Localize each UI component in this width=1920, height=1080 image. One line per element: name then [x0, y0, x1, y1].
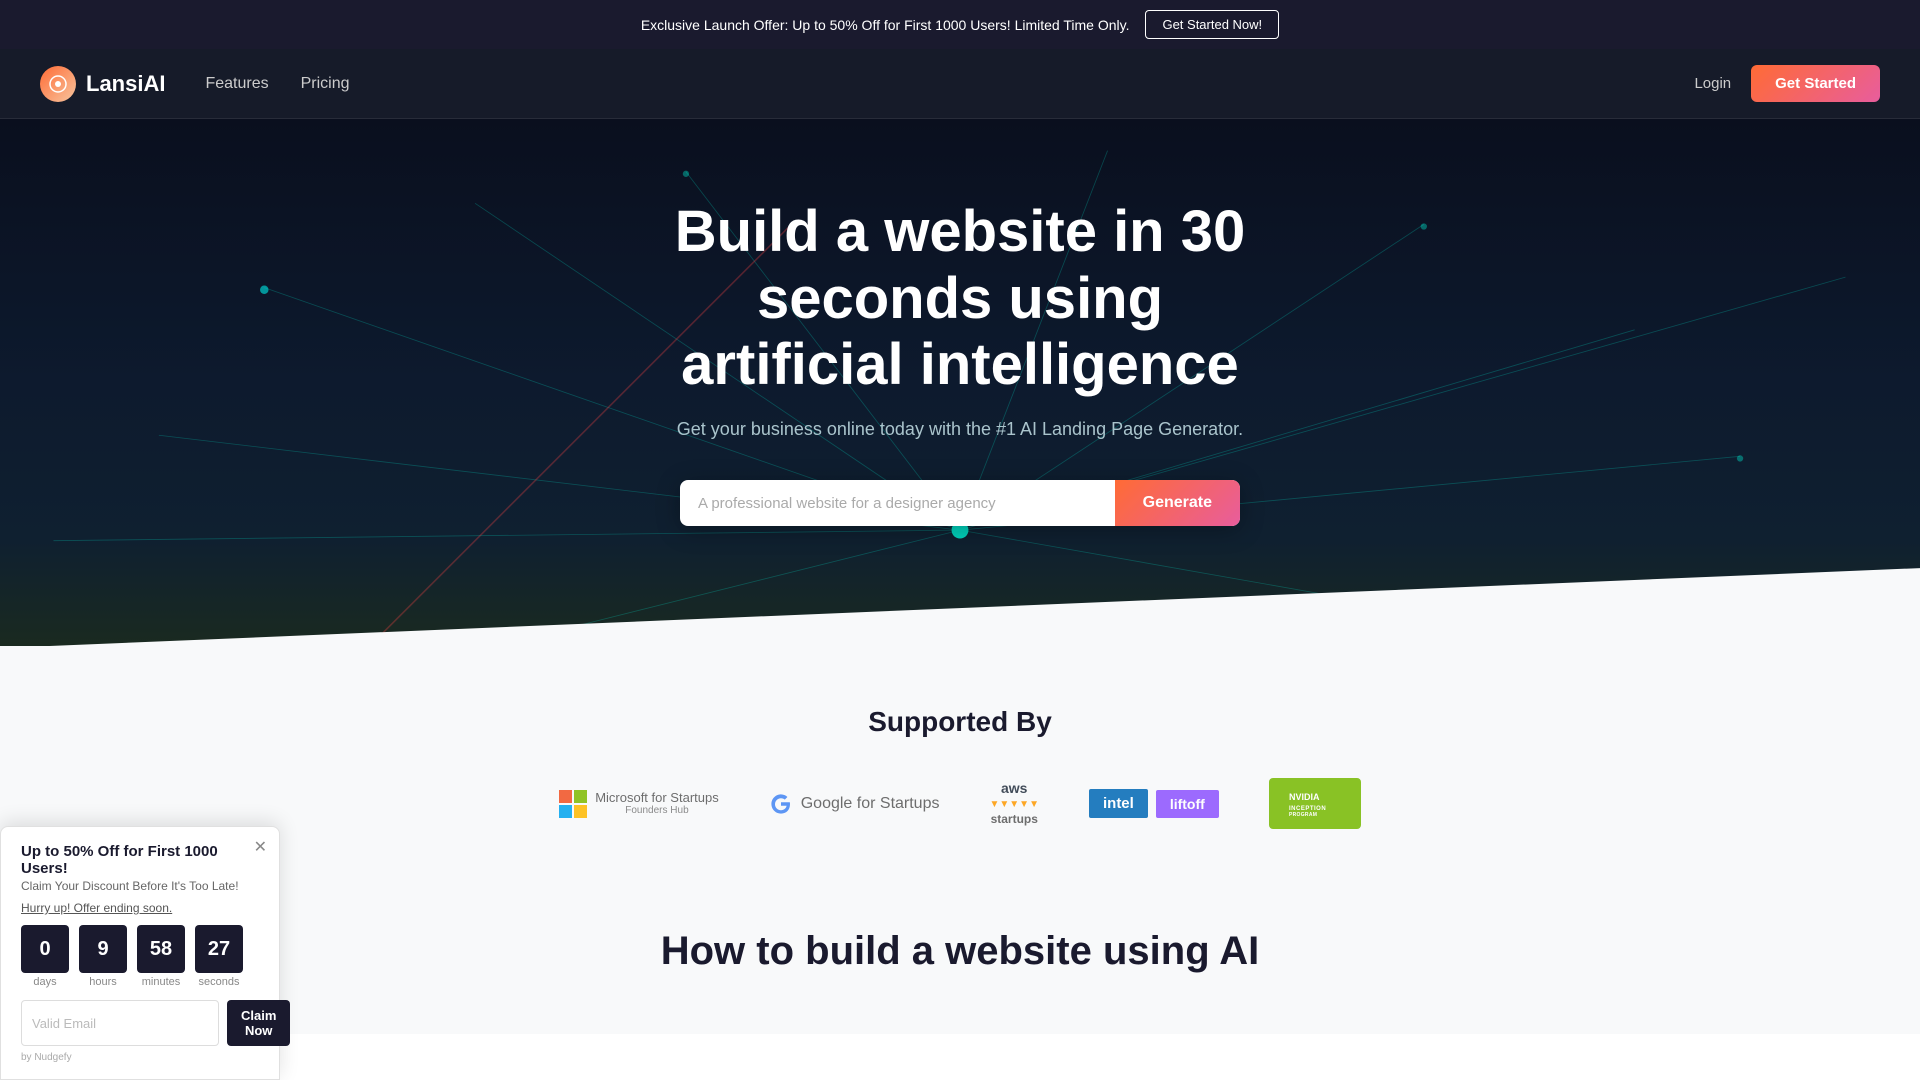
- announcement-text: Exclusive Launch Offer: Up to 50% Off fo…: [641, 17, 1130, 33]
- hours-label: hours: [79, 976, 127, 988]
- countdown-timer: 0 days 9 hours 58 minutes 27 seconds: [21, 925, 259, 988]
- intel-liftoff-logo: intel liftoff: [1089, 789, 1219, 818]
- how-heading: How to build a website using AI: [40, 929, 1880, 974]
- minutes-label: minutes: [137, 976, 185, 988]
- nav-links: Features Pricing: [205, 75, 349, 93]
- search-bar: Generate: [680, 480, 1240, 526]
- nvidia-icon: NVIDIA INCEPTION PROGRAM: [1285, 786, 1345, 816]
- minutes-number: 58: [137, 925, 185, 973]
- nvidia-logo: NVIDIA INCEPTION PROGRAM: [1269, 778, 1361, 829]
- login-button[interactable]: Login: [1694, 75, 1731, 92]
- supported-heading: Supported By: [40, 706, 1880, 738]
- logos-row: Microsoft for StartupsFounders Hub Googl…: [40, 778, 1880, 829]
- microsoft-logo: Microsoft for StartupsFounders Hub: [559, 790, 719, 818]
- get-started-nav-button[interactable]: Get Started: [1751, 65, 1880, 102]
- nav-pricing-link[interactable]: Pricing: [301, 75, 350, 92]
- countdown-widget: ✕ Up to 50% Off for First 1000 Users! Cl…: [0, 826, 280, 1080]
- hours-number: 9: [79, 925, 127, 973]
- countdown-form: Claim Now: [21, 1000, 259, 1046]
- navbar: LansiAI Features Pricing Login Get Start…: [0, 49, 1920, 119]
- svg-text:NVIDIA: NVIDIA: [1289, 792, 1320, 802]
- seconds-label: seconds: [195, 976, 243, 988]
- generate-button[interactable]: Generate: [1115, 480, 1240, 526]
- nudgefy-label: by Nudgefy: [21, 1052, 259, 1063]
- aws-logo: aws ▼▼▼▼▼ startups: [989, 780, 1039, 828]
- google-icon: [769, 792, 793, 816]
- logo-text: LansiAI: [86, 71, 165, 97]
- minutes-unit: 58 minutes: [137, 925, 185, 988]
- logo-link[interactable]: LansiAI: [40, 66, 165, 102]
- email-input[interactable]: [21, 1000, 219, 1046]
- microsoft-icon: [559, 790, 587, 818]
- days-number: 0: [21, 925, 69, 973]
- svg-text:PROGRAM: PROGRAM: [1289, 812, 1317, 816]
- countdown-title: Up to 50% Off for First 1000 Users!: [21, 843, 259, 877]
- google-logo: Google for Startups: [769, 792, 940, 816]
- seconds-unit: 27 seconds: [195, 925, 243, 988]
- announcement-cta[interactable]: Get Started Now!: [1145, 10, 1279, 39]
- logo-icon: [40, 66, 76, 102]
- countdown-subtitle: Claim Your Discount Before It's Too Late…: [21, 879, 259, 893]
- hours-unit: 9 hours: [79, 925, 127, 988]
- seconds-number: 27: [195, 925, 243, 973]
- nav-right: Login Get Started: [1694, 65, 1880, 102]
- days-label: days: [21, 976, 69, 988]
- supported-section: Supported By Microsoft for StartupsFound…: [0, 646, 1920, 869]
- hero-heading: Build a website in 30 seconds using arti…: [560, 199, 1360, 399]
- hero-subtitle: Get your business online today with the …: [677, 419, 1243, 440]
- nav-features-link[interactable]: Features: [205, 75, 268, 92]
- days-unit: 0 days: [21, 925, 69, 988]
- countdown-hurry[interactable]: Hurry up! Offer ending soon.: [21, 901, 259, 915]
- search-input[interactable]: [680, 481, 1115, 526]
- countdown-close-button[interactable]: ✕: [254, 837, 267, 857]
- claim-button[interactable]: Claim Now: [227, 1000, 290, 1046]
- hero-section: Build a website in 30 seconds using arti…: [0, 119, 1920, 646]
- announcement-bar: Exclusive Launch Offer: Up to 50% Off fo…: [0, 0, 1920, 49]
